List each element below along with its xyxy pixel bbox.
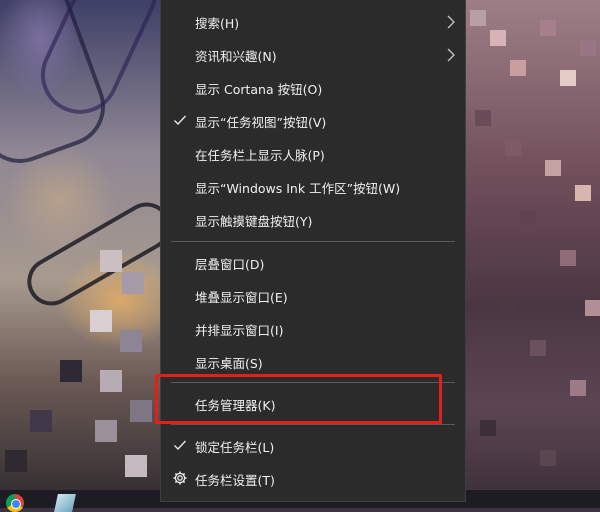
menu-item-lock-taskbar[interactable]: 锁定任务栏(L) (161, 431, 465, 461)
menu-item-label: 显示“Windows Ink 工作区”按钮(W) (195, 180, 401, 196)
app-icon[interactable] (54, 494, 76, 512)
menu-separator (171, 241, 455, 242)
checkmark-icon (174, 115, 187, 126)
menu-item-label: 任务栏设置(T) (195, 472, 275, 488)
menu-item-side-by-side[interactable]: 并排显示窗口(I) (161, 314, 465, 344)
chrome-icon[interactable] (6, 494, 24, 512)
menu-item-label: 显示“任务视图”按钮(V) (195, 114, 327, 130)
menu-item-label: 堆叠显示窗口(E) (195, 289, 288, 305)
chevron-right-icon (447, 15, 455, 29)
menu-item-cascade-windows[interactable]: 层叠窗口(D) (161, 248, 465, 278)
menu-item-label: 在任务栏上显示人脉(P) (195, 147, 325, 163)
wallpaper-left-artwork (0, 0, 180, 508)
menu-item-label: 并排显示窗口(I) (195, 322, 284, 338)
highlight-annotation-box (155, 374, 442, 424)
menu-separator (171, 424, 455, 425)
menu-item-show-touch-keyboard[interactable]: 显示触摸键盘按钮(Y) (161, 205, 465, 235)
chevron-right-icon (447, 48, 455, 62)
menu-item-search[interactable]: 搜索(H) (161, 7, 465, 37)
menu-item-show-cortana[interactable]: 显示 Cortana 按钮(O) (161, 73, 465, 103)
menu-item-label: 层叠窗口(D) (195, 256, 265, 272)
menu-item-news-interests[interactable]: 资讯和兴趣(N) (161, 40, 465, 70)
menu-item-label: 锁定任务栏(L) (195, 439, 275, 455)
checkmark-icon (174, 440, 187, 451)
menu-item-stack-windows[interactable]: 堆叠显示窗口(E) (161, 281, 465, 311)
menu-item-show-people[interactable]: 在任务栏上显示人脉(P) (161, 139, 465, 169)
menu-item-show-desktop[interactable]: 显示桌面(S) (161, 347, 465, 377)
menu-item-label: 显示 Cortana 按钮(O) (195, 81, 323, 97)
menu-item-label: 搜索(H) (195, 15, 240, 31)
menu-item-show-windows-ink[interactable]: 显示“Windows Ink 工作区”按钮(W) (161, 172, 465, 202)
gear-icon (173, 471, 187, 485)
menu-item-taskbar-settings[interactable]: 任务栏设置(T) (161, 464, 465, 494)
menu-item-label: 资讯和兴趣(N) (195, 48, 277, 64)
taskbar-context-menu: 搜索(H) 资讯和兴趣(N) 显示 Cortana 按钮(O) 显示“任务视图”… (160, 0, 466, 502)
menu-item-show-task-view[interactable]: 显示“任务视图”按钮(V) (161, 106, 465, 136)
menu-item-label: 显示桌面(S) (195, 355, 263, 371)
menu-item-label: 显示触摸键盘按钮(Y) (195, 213, 313, 229)
